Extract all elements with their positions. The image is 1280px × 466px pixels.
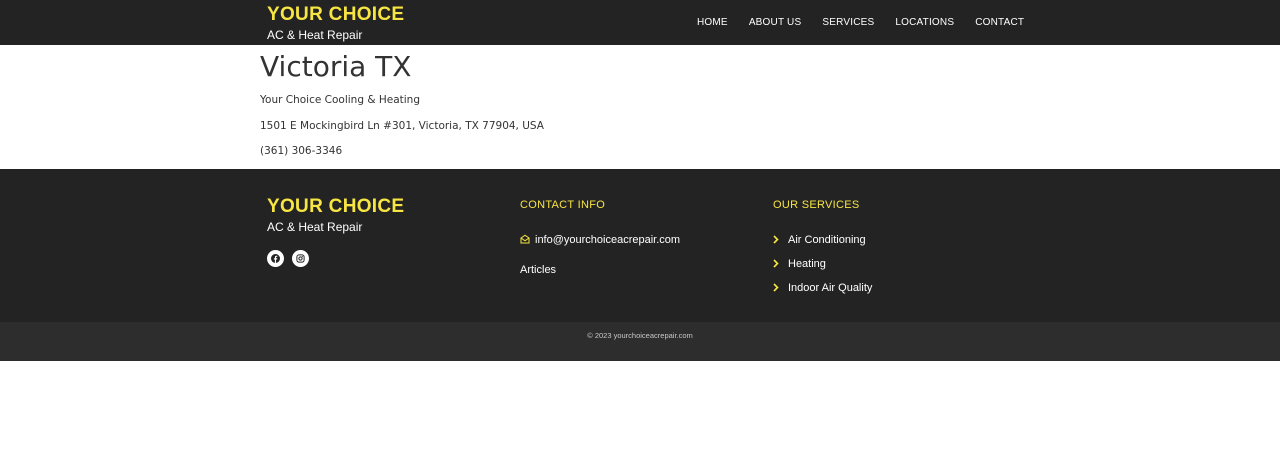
service-air-conditioning[interactable]: Air Conditioning [773,231,866,249]
main-nav: HOME ABOUT US SERVICES LOCATIONS CONTACT [697,17,1024,29]
our-services-heading: OUR SERVICES [773,199,860,211]
nav-home[interactable]: HOME [697,17,728,29]
copyright-bar: © 2023 yourchoiceacrepair.com [0,322,1280,361]
logo-title: YOUR CHOICE [267,4,405,25]
site-footer: YOUR CHOICE AC & Heat Repair CONTACT INF… [0,169,1280,322]
chevron-right-icon [773,279,779,297]
copyright-text: © 2023 yourchoiceacrepair.com [587,331,693,340]
footer-logo-subtitle: AC & Heat Repair [267,220,363,234]
service-label: Heating [788,257,826,270]
nav-locations[interactable]: LOCATIONS [895,17,954,29]
facebook-icon[interactable] [267,250,284,267]
nav-about-us[interactable]: ABOUT US [749,17,802,29]
envelope-open-icon [520,231,530,249]
chevron-right-icon [773,255,779,273]
business-phone[interactable]: (361) 306-3346 [260,145,342,157]
service-heating[interactable]: Heating [773,255,826,273]
service-label: Indoor Air Quality [788,281,873,294]
articles-link[interactable]: Articles [520,264,556,277]
nav-contact[interactable]: CONTACT [975,17,1024,29]
page-title: Victoria TX [260,50,412,83]
contact-info-heading: CONTACT INFO [520,199,606,211]
service-indoor-air-quality[interactable]: Indoor Air Quality [773,279,872,297]
footer-logo[interactable]: YOUR CHOICE AC & Heat Repair [267,196,405,235]
chevron-right-icon [773,231,779,249]
email-text: info@yourchoiceacrepair.com [535,233,681,246]
logo-subtitle: AC & Heat Repair [267,28,363,42]
service-label: Air Conditioning [788,233,866,246]
instagram-icon[interactable] [292,250,309,267]
footer-logo-title: YOUR CHOICE [267,196,405,217]
business-name: Your Choice Cooling & Heating [260,94,420,106]
social-links [267,250,317,267]
email-link[interactable]: info@yourchoiceacrepair.com [520,231,680,249]
business-address: 1501 E Mockingbird Ln #301, Victoria, TX… [260,120,544,132]
nav-services[interactable]: SERVICES [822,17,874,29]
site-header: YOUR CHOICE AC & Heat Repair HOME ABOUT … [0,0,1280,45]
header-logo[interactable]: YOUR CHOICE AC & Heat Repair [267,4,405,43]
